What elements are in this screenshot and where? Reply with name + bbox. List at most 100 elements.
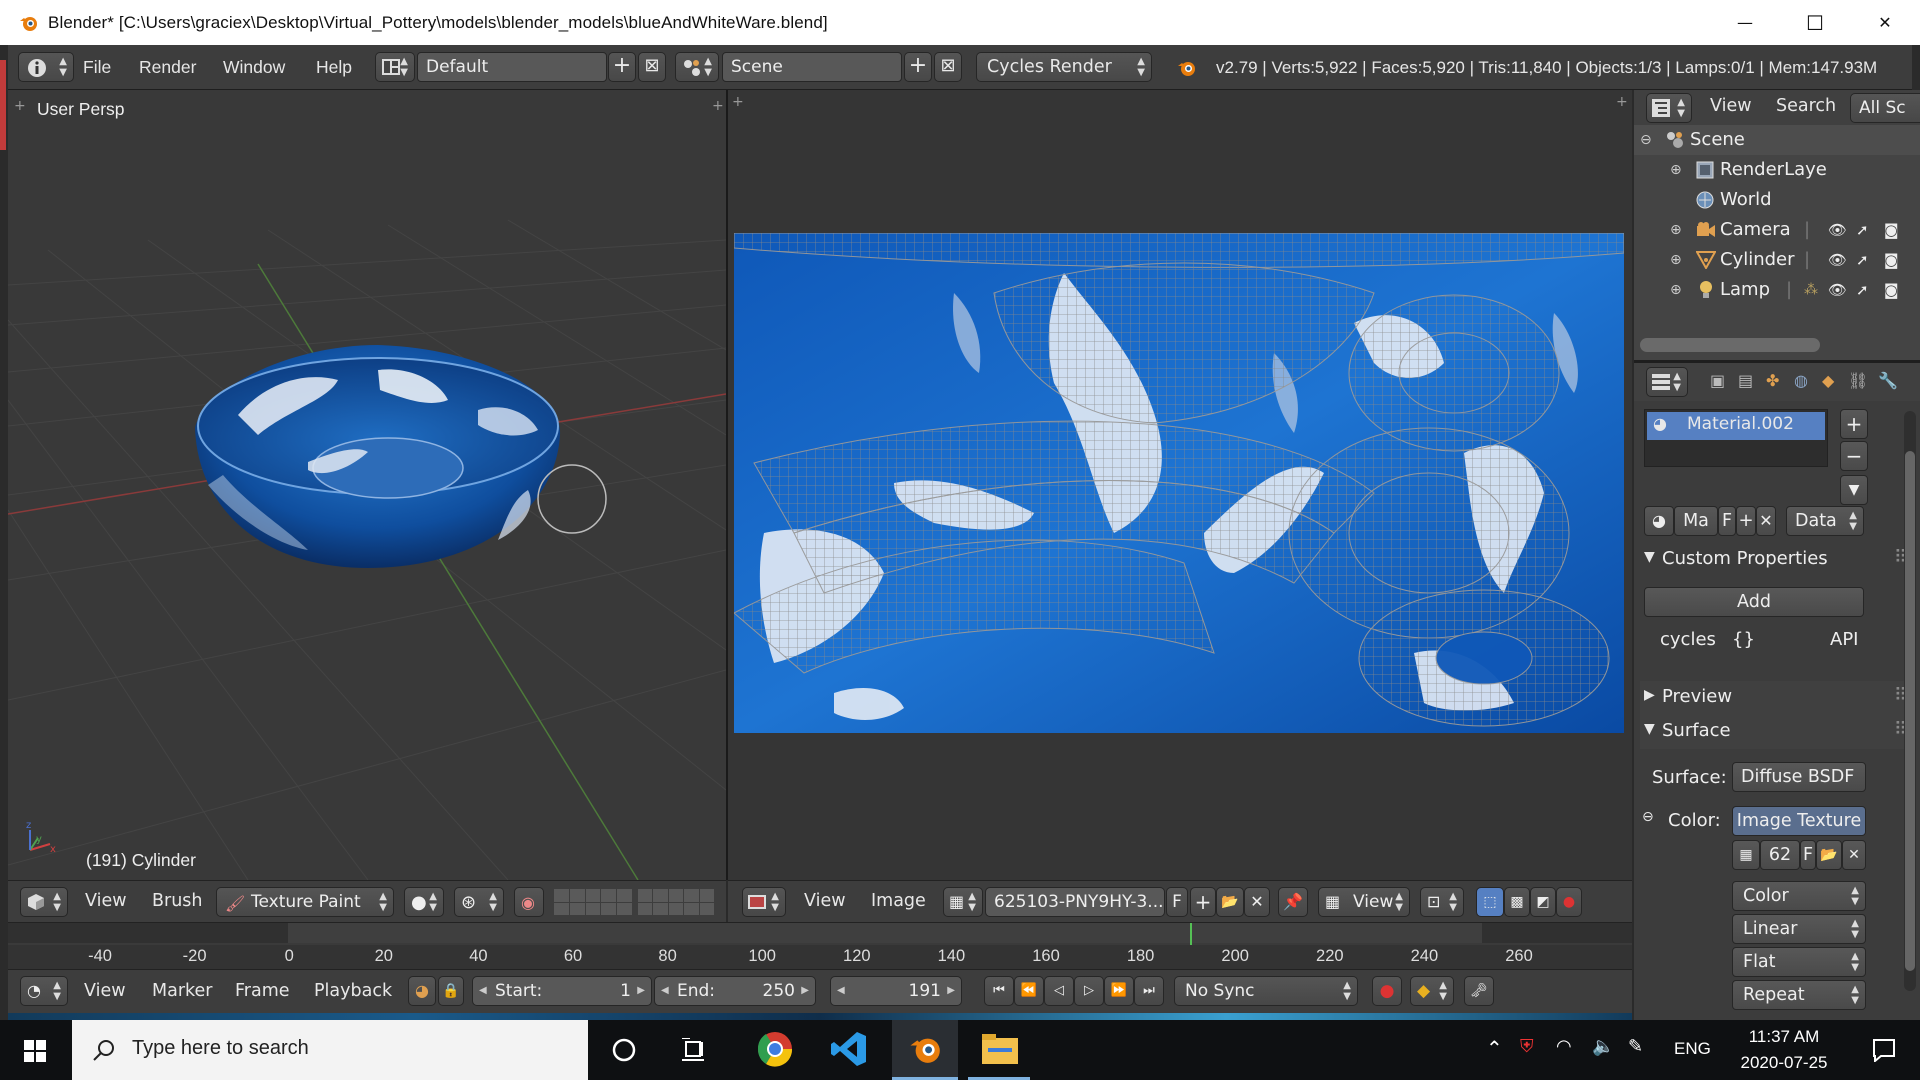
play-reverse-button[interactable]: ◁ <box>1044 976 1074 1006</box>
editor-type-3d-button[interactable]: ▲ ▼ <box>20 887 68 917</box>
world-tab-icon[interactable]: ◍ <box>1794 371 1808 390</box>
end-frame-field[interactable]: ◀ End: 250 ▶ <box>654 976 816 1006</box>
image-users-count[interactable]: 62 <box>1760 840 1800 870</box>
preview-range-toggle[interactable]: ◕ <box>408 976 436 1006</box>
timeline-view-menu[interactable]: View <box>84 981 126 1001</box>
add-layout-button[interactable]: + <box>608 52 636 82</box>
property-api-label[interactable]: API <box>1830 629 1858 650</box>
menu-render[interactable]: Render <box>139 45 196 90</box>
material-name-field[interactable]: Ma <box>1674 506 1718 536</box>
auto-keying-button[interactable]: ● <box>1372 976 1402 1006</box>
start-button[interactable] <box>0 1020 72 1080</box>
prev-keyframe-button[interactable]: ⏪ <box>1014 976 1044 1006</box>
render-layers-tab-icon[interactable]: ▤ <box>1738 371 1753 390</box>
object-tab-icon[interactable]: ◆ <box>1822 371 1834 390</box>
outliner-view-menu[interactable]: View <box>1710 96 1752 116</box>
layers-grid-a[interactable] <box>554 889 632 915</box>
add-material-slot-button[interactable]: + <box>1840 409 1868 439</box>
outliner-row-cylinder[interactable]: ⊕ Cylinder | 👁 ➚ ◙ <box>1634 245 1920 275</box>
select-cursor-icon[interactable]: ➚ <box>1856 215 1869 245</box>
keying-set-dropdown[interactable]: ◆ ▲ ▼ <box>1410 976 1454 1006</box>
lock-frame-toggle[interactable]: 🔒 <box>438 976 464 1006</box>
antivirus-tray-icon[interactable]: ⛨ <box>1520 1036 1534 1057</box>
chevron-right-icon[interactable]: ▶ <box>637 977 645 1005</box>
material-fake-user-button[interactable]: F <box>1718 506 1736 536</box>
unlink-image-button[interactable]: ✕ <box>1842 840 1866 870</box>
pivot-point-dropdown[interactable]: ⊛ ▲ ▼ <box>454 887 504 917</box>
image-name-field[interactable]: 625103-PNY9HY-3... <box>985 887 1165 917</box>
material-specials-button[interactable]: ▼ <box>1840 475 1868 505</box>
paint-mask-toggle[interactable]: ◉ <box>514 887 544 917</box>
editor-type-outliner-button[interactable]: ▲ ▼ <box>1646 93 1692 123</box>
volume-icon[interactable]: 🔈 <box>1592 1036 1614 1057</box>
taskbar-chrome[interactable] <box>744 1020 804 1080</box>
keying-set-button[interactable]: 🗝 <box>1464 976 1494 1006</box>
chevron-right-icon[interactable]: ▶ <box>947 977 955 1005</box>
view3d-view-menu[interactable]: View <box>85 891 127 911</box>
input-language[interactable]: ENG <box>1674 1039 1711 1059</box>
interaction-mode-dropdown[interactable]: 🖌 Texture Paint ▲ ▼ <box>216 887 394 917</box>
menu-window[interactable]: Window <box>223 45 285 90</box>
image-mode-dropdown[interactable]: ▦ View ▲ ▼ <box>1318 887 1410 917</box>
scene-selector-button[interactable]: ▲ ▼ <box>675 52 719 82</box>
timeline-marker-menu[interactable]: Marker <box>152 981 213 1001</box>
pen-icon[interactable]: ✎ <box>1628 1036 1643 1057</box>
screen-layout-field[interactable]: Default <box>417 52 607 82</box>
menu-file[interactable]: File <box>83 45 111 90</box>
uv-image-editor[interactable]: + + <box>728 90 1632 880</box>
outliner-row-world[interactable]: World <box>1634 185 1920 215</box>
image-image-menu[interactable]: Image <box>871 891 926 911</box>
menu-help[interactable]: Help <box>316 45 352 90</box>
taskbar-blender[interactable] <box>892 1020 958 1080</box>
outliner-filter-dropdown[interactable]: All Sc <box>1850 93 1920 123</box>
viewport-shading-dropdown[interactable]: ● ▲ ▼ <box>404 887 444 917</box>
taskbar-vscode[interactable] <box>818 1020 878 1080</box>
open-image-button[interactable]: 📂 <box>1816 840 1842 870</box>
extension-dropdown[interactable]: Repeat ▲ ▼ <box>1732 980 1866 1010</box>
render-engine-dropdown[interactable]: Cycles Render ▲ ▼ <box>976 52 1152 82</box>
task-view-button[interactable] <box>664 1020 724 1080</box>
draw-mode-button[interactable]: ⬚ <box>1476 887 1504 917</box>
outliner-row-renderlayers[interactable]: ⊕ RenderLaye <box>1634 155 1920 185</box>
channel-display-button[interactable]: ◩ <box>1530 887 1556 917</box>
projection-dropdown[interactable]: Flat ▲ ▼ <box>1732 947 1866 977</box>
layers-grid-b[interactable] <box>638 889 714 915</box>
surface-panel-header[interactable]: ▼ Surface ⠿ <box>1640 715 1914 749</box>
remove-material-slot-button[interactable]: − <box>1840 441 1868 471</box>
taskbar-search-box[interactable]: Type here to search <box>72 1020 588 1080</box>
modifier-tab-icon[interactable]: 🔧 <box>1878 371 1898 390</box>
outliner-row-scene[interactable]: ⊖ Scene <box>1634 125 1920 155</box>
select-cursor-icon[interactable]: ➚ <box>1856 275 1869 305</box>
surface-shader-button[interactable]: Diffuse BSDF <box>1732 762 1866 792</box>
select-cursor-icon[interactable]: ➚ <box>1856 245 1869 275</box>
color-input-node-button[interactable]: Image Texture <box>1732 806 1866 836</box>
render-camera-icon[interactable]: ◙ <box>1884 245 1899 275</box>
visibility-eye-icon[interactable]: 👁 <box>1828 215 1847 245</box>
material-browse-button[interactable]: ◕ <box>1644 506 1674 536</box>
next-keyframe-button[interactable]: ⏩ <box>1104 976 1134 1006</box>
expand-icon[interactable]: ⊕ <box>1670 245 1682 275</box>
chevron-right-icon[interactable]: ▶ <box>801 977 809 1005</box>
timeline-playback-menu[interactable]: Playback <box>314 981 392 1001</box>
custom-properties-panel-header[interactable]: ▼ Custom Properties ⠿ <box>1640 543 1914 577</box>
add-custom-property-button[interactable]: Add <box>1644 587 1864 617</box>
material-slot-list[interactable]: ◕ Material.002 <box>1644 409 1828 467</box>
image-browse-button[interactable]: ▦ ▲ ▼ <box>943 887 983 917</box>
material-slot-selected[interactable]: ◕ Material.002 <box>1647 412 1825 440</box>
record-button[interactable]: ● <box>1556 887 1582 917</box>
close-button[interactable]: ✕ <box>1850 0 1920 45</box>
editor-type-info-button[interactable]: ▲ ▼ <box>18 52 74 82</box>
current-frame-field[interactable]: ◀ 191 ▶ <box>830 976 962 1006</box>
outliner-scrollbar[interactable] <box>1640 338 1820 352</box>
expand-icon[interactable]: ⊕ <box>1670 275 1682 305</box>
image-fake-user-button[interactable]: F <box>1166 887 1188 917</box>
current-frame-marker[interactable] <box>1190 923 1192 945</box>
expand-icon[interactable]: ⊕ <box>1670 215 1682 245</box>
sync-mode-dropdown[interactable]: No Sync ▲ ▼ <box>1174 976 1358 1006</box>
visibility-eye-icon[interactable]: 👁 <box>1828 275 1847 305</box>
wifi-icon[interactable]: ◠ <box>1556 1036 1572 1057</box>
open-image-button[interactable]: 📂 <box>1216 887 1244 917</box>
play-button[interactable]: ▷ <box>1074 976 1104 1006</box>
constraints-tab-icon[interactable]: ⛓ <box>1848 371 1868 390</box>
screen-layout-button[interactable]: ▲ ▼ <box>375 52 415 82</box>
